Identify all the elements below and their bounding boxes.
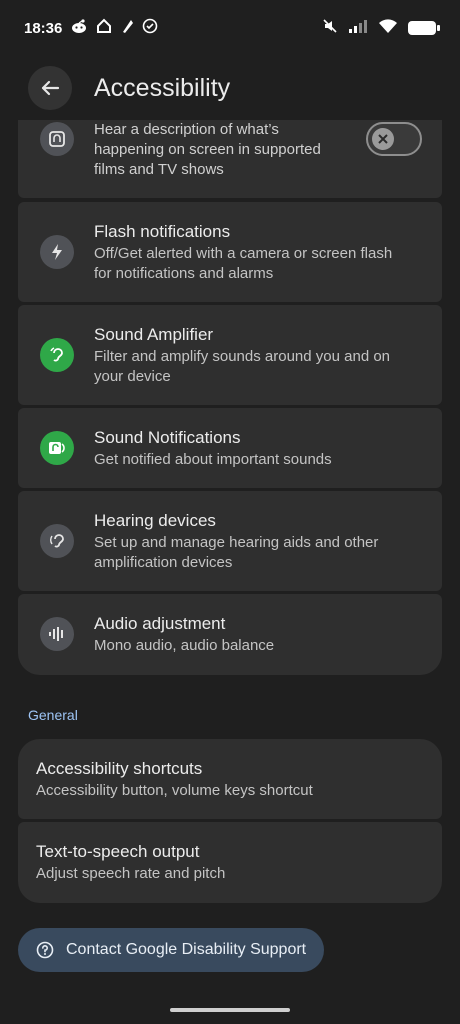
text-to-speech-title: Text-to-speech output	[36, 842, 200, 861]
accessibility-shortcuts-subtitle: Accessibility button, volume keys shortc…	[36, 782, 313, 799]
flash-notifications-subtitle: Off/Get alerted with a camera or screen …	[94, 245, 393, 282]
sound-notifications-title: Sound Notifications	[94, 428, 241, 447]
app-bar: Accessibility	[0, 62, 460, 118]
audio-adjustment-title: Audio adjustment	[94, 614, 226, 633]
contact-support-button[interactable]: Contact Google Disability Support	[18, 928, 325, 972]
text-to-speech-subtitle: Adjust speech rate and pitch	[36, 865, 226, 882]
sound-amplifier-item[interactable]: Sound Amplifier Filter and amplify sound…	[18, 305, 442, 405]
hearing-devices-subtitle: Set up and manage hearing aids and other…	[94, 534, 379, 571]
sound-notification-icon	[40, 431, 74, 465]
battery-icon	[408, 21, 440, 35]
contact-support-label: Contact Google Disability Support	[66, 941, 307, 958]
accessibility-shortcuts-item[interactable]: Accessibility shortcuts Accessibility bu…	[18, 739, 442, 819]
audio-description-subtitle: Hear a description of what’s happening o…	[94, 121, 321, 178]
mute-icon	[322, 18, 338, 38]
sound-amplifier-subtitle: Filter and amplify sounds around you and…	[94, 348, 391, 385]
feather-icon	[120, 18, 134, 38]
audio-description-item[interactable]: Hear a description of what’s happening o…	[18, 120, 442, 198]
signal-icon	[348, 18, 368, 38]
status-time: 18:36	[24, 19, 63, 37]
reddit-icon	[70, 18, 88, 38]
hearing-devices-item[interactable]: Hearing devices Set up and manage hearin…	[18, 491, 442, 591]
home-indicator[interactable]	[170, 1008, 290, 1012]
check-circle-icon	[142, 18, 158, 38]
sound-amplifier-title: Sound Amplifier	[94, 325, 214, 344]
back-button[interactable]	[28, 66, 72, 110]
sound-notifications-subtitle: Get notified about important sounds	[94, 451, 332, 468]
flash-notifications-item[interactable]: Flash notifications Off/Get alerted with…	[18, 202, 442, 302]
sound-notifications-item[interactable]: Sound Notifications Get notified about i…	[18, 408, 442, 488]
ear-icon	[40, 338, 74, 372]
flash-notifications-title: Flash notifications	[94, 222, 231, 241]
arrow-back-icon	[41, 80, 60, 96]
audio-adjustment-item[interactable]: Audio adjustment Mono audio, audio balan…	[18, 594, 442, 675]
hearing-icon	[40, 524, 74, 558]
help-icon	[36, 941, 54, 959]
hearing-devices-title: Hearing devices	[94, 511, 216, 530]
text-to-speech-item[interactable]: Text-to-speech output Adjust speech rate…	[18, 822, 442, 903]
close-icon	[378, 134, 388, 144]
home-icon	[96, 18, 112, 38]
audio-description-icon	[40, 122, 74, 156]
accessibility-shortcuts-title: Accessibility shortcuts	[36, 759, 203, 778]
status-bar: 18:36	[0, 0, 460, 56]
settings-list[interactable]: Hear a description of what’s happening o…	[0, 120, 460, 1024]
audio-description-toggle[interactable]	[366, 122, 422, 156]
flash-icon	[40, 235, 74, 269]
page-title: Accessibility	[94, 74, 231, 102]
section-header-general: General	[28, 707, 78, 723]
wifi-icon	[378, 18, 398, 38]
audio-wave-icon	[40, 617, 74, 651]
toggle-off-thumb	[372, 128, 394, 150]
audio-adjustment-subtitle: Mono audio, audio balance	[94, 637, 275, 654]
